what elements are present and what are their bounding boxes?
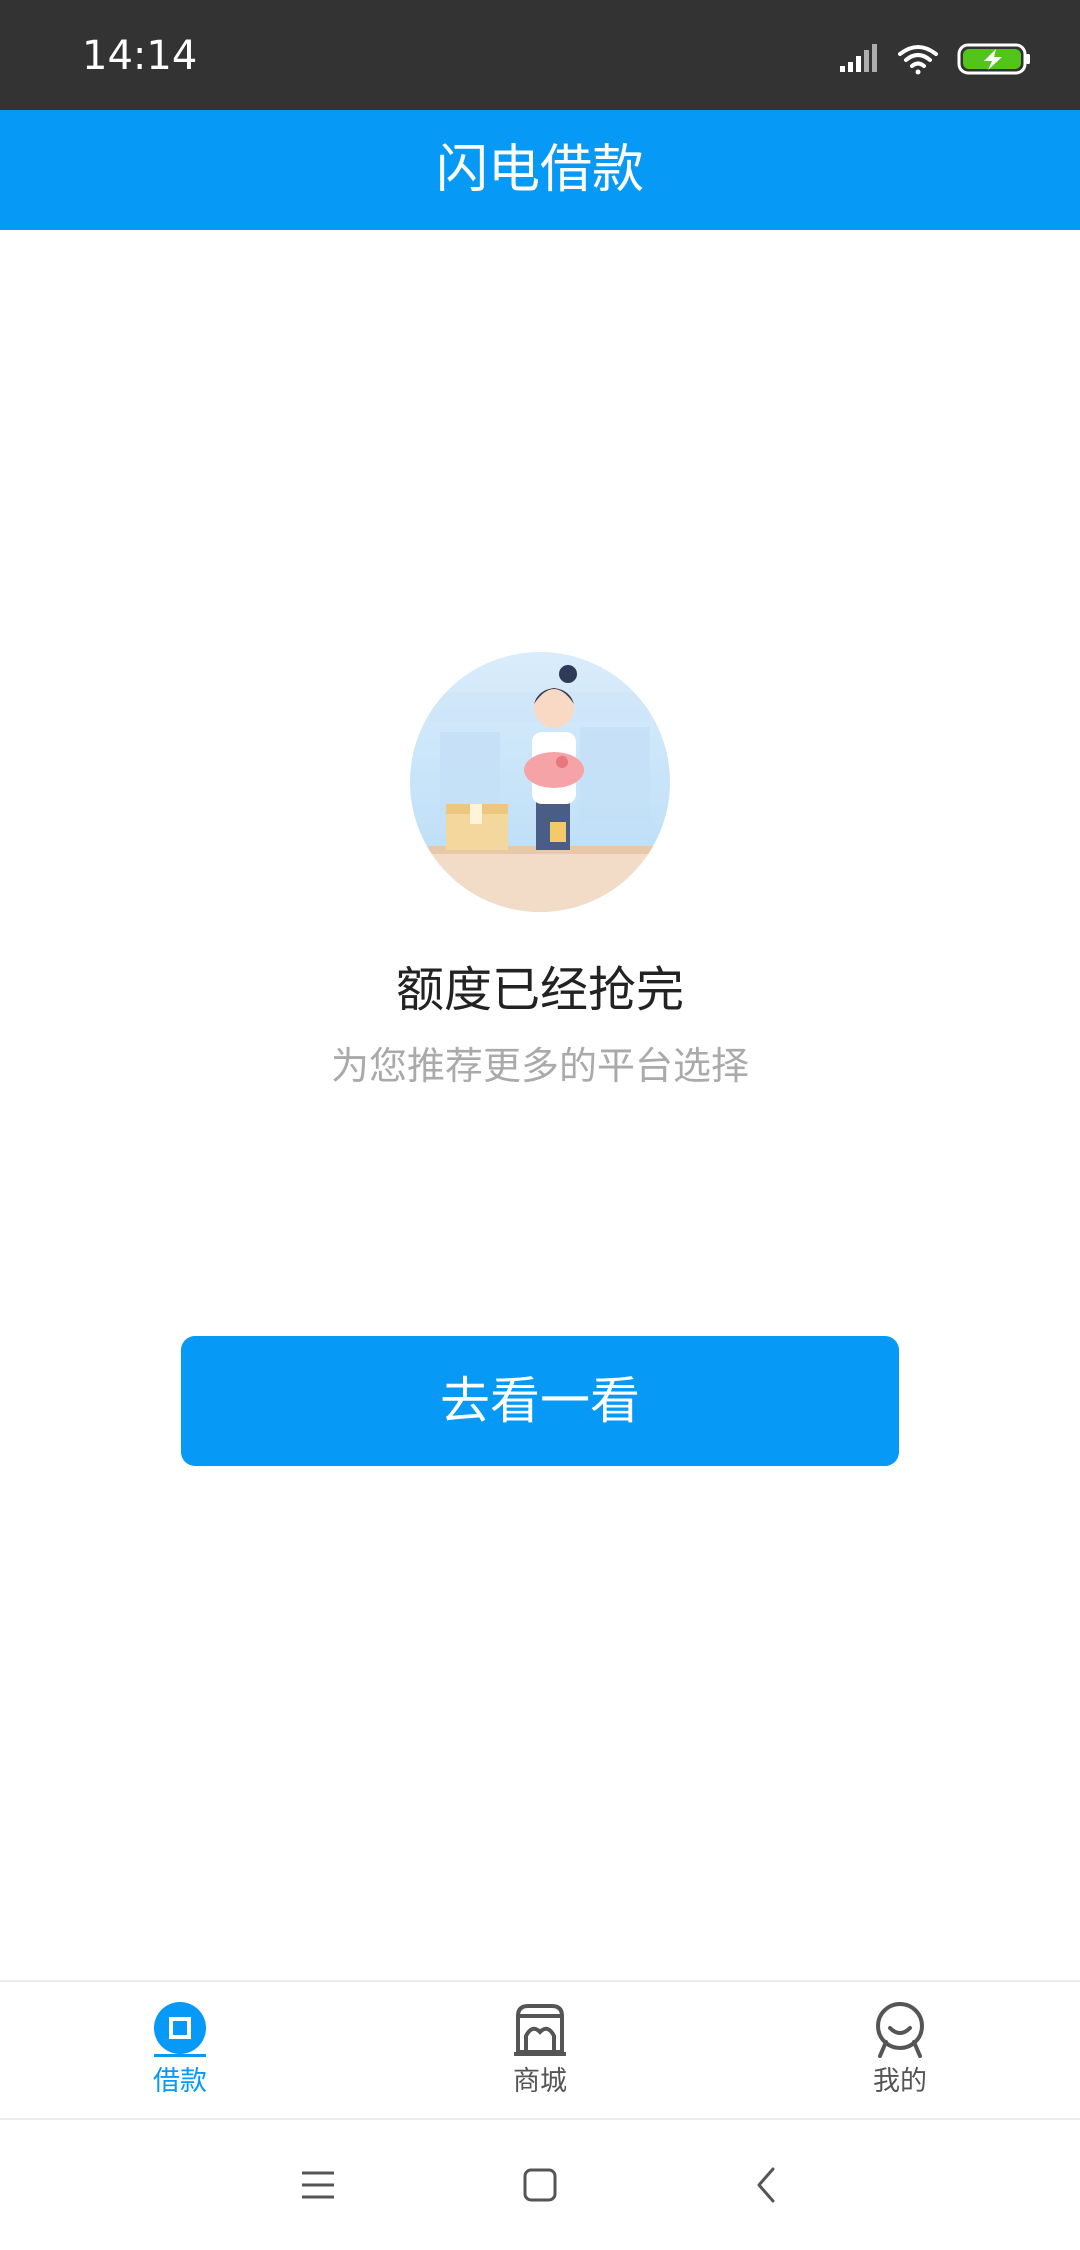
status-time: 14:14 [82,33,198,79]
tab-profile-label: 我的 [873,2066,927,2097]
signal-icon [840,44,877,72]
status-icons [840,43,1030,75]
app-header: 闪电借款 [0,110,1080,230]
loan-icon [154,2002,206,2057]
bottom-tab-bar: 借款 商城 我的 [0,1980,1080,2120]
page-title: 闪电借款 [435,140,644,200]
home-icon[interactable] [510,2155,570,2215]
tab-profile[interactable]: 我的 [780,1982,1020,2120]
tab-store[interactable]: 商城 [420,1982,660,2120]
tab-loan-label: 借款 [153,2066,207,2097]
status-bar: 14:14 [0,0,1080,110]
empty-state-title: 额度已经抢完 [395,962,684,1018]
tab-store-label: 商城 [513,2066,567,2097]
store-icon [514,2004,566,2056]
shop-clerk-illustration [410,652,670,912]
system-nav-bar [0,2118,1080,2250]
go-look-button[interactable]: 去看一看 [181,1336,899,1466]
tab-loan[interactable]: 借款 [60,1982,300,2120]
menu-icon[interactable] [288,2155,348,2215]
profile-icon [876,2002,924,2058]
wifi-icon [898,45,938,75]
empty-state-subtitle: 为您推荐更多的平台选择 [330,1044,749,1088]
battery-charging-icon [957,43,1030,75]
back-icon[interactable] [737,2155,797,2215]
